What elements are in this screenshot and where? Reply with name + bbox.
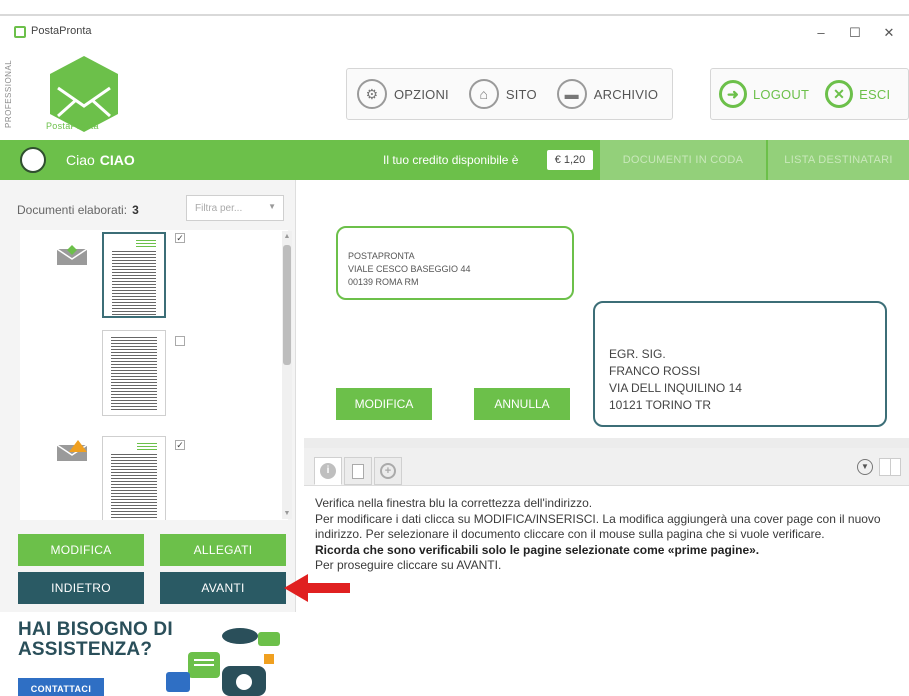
envelope-ok-icon — [56, 245, 88, 265]
assistance-title-line2: ASSISTENZA? — [18, 639, 153, 660]
filter-placeholder: Filtra per... — [195, 203, 243, 214]
instructions-text: Verifica nella finestra blu la correttez… — [315, 496, 903, 574]
processed-count: 3 — [132, 203, 139, 217]
account-toolbar: ➜ LOGOUT ✕ ESCI — [710, 68, 909, 120]
support-illustration — [166, 628, 280, 696]
contact-button[interactable]: CONTATTACI — [18, 678, 104, 696]
filter-select[interactable]: Filtra per... ▼ — [186, 195, 284, 221]
scroll-up-icon[interactable]: ▲ — [282, 233, 292, 240]
avatar — [20, 147, 46, 173]
close-window-button[interactable]: ✕ — [874, 21, 904, 45]
sender-line: VIALE CESCO BASEGGIO 44 — [348, 264, 471, 274]
next-button[interactable]: AVANTI — [160, 572, 286, 604]
edition-label: PROFESSIONAL — [4, 59, 13, 128]
document-icon — [352, 463, 364, 479]
tab-recipients-list[interactable]: LISTA DESTINATARI — [768, 140, 909, 180]
page-checkbox[interactable] — [175, 336, 185, 346]
processed-label: Documenti elaborati: — [17, 203, 128, 217]
info-tabs: i + ▼ — [304, 448, 909, 486]
assistance-title-line1: HAI BISOGNO DI — [18, 619, 173, 640]
credit-value: € 1,20 — [547, 150, 593, 170]
gear-icon: ⚙ — [357, 79, 387, 109]
archive-icon: ▬ — [556, 79, 587, 109]
minimize-button[interactable]: – — [806, 21, 836, 45]
main-toolbar: ⚙ OPZIONI ⌂ SITO ▬ ARCHIVIO — [346, 68, 673, 120]
header: PROFESSIONAL PostaPronta ⚙ OPZIONI ⌂ SIT… — [0, 48, 909, 140]
instruction-line: Per modificare i dati clicca su MODIFICA… — [315, 511, 881, 542]
tab-info[interactable]: i — [314, 457, 342, 485]
tab-document[interactable] — [344, 457, 372, 485]
chevron-down-icon: ▼ — [268, 202, 276, 211]
close-circle-icon: ✕ — [825, 80, 854, 108]
layout-toggle-icon[interactable] — [879, 458, 901, 476]
logout-icon: ➜ — [719, 80, 747, 108]
red-arrow-pointer — [284, 574, 350, 602]
processed-documents-count: Documenti elaborati: 3 — [17, 203, 139, 217]
maximize-button[interactable]: ☐ — [840, 21, 870, 45]
assistance-title: HAI BISOGNO DI ASSISTENZA? — [18, 620, 173, 660]
document-page-thumbnail[interactable] — [102, 232, 166, 318]
exit-button[interactable]: ✕ ESCI — [817, 69, 898, 119]
back-button[interactable]: INDIETRO — [18, 572, 144, 604]
info-panel: i + ▼ Verifica nella finestra blu la cor… — [304, 448, 909, 696]
options-button[interactable]: ⚙ OPZIONI — [347, 69, 459, 119]
recipient-line: VIA DELL INQUILINO 14 — [609, 381, 742, 395]
recipient-line: 10121 TORINO TR — [609, 398, 712, 412]
window-title: PostaPronta — [31, 25, 92, 37]
sender-line: POSTAPRONTA — [348, 251, 415, 261]
exit-label: ESCI — [859, 86, 891, 102]
logout-button[interactable]: ➜ LOGOUT — [711, 69, 817, 119]
edit-address-button[interactable]: MODIFICA — [336, 388, 432, 420]
recipient-line: EGR. SIG. — [609, 347, 666, 361]
assistance-banner: HAI BISOGNO DI ASSISTENZA? CONTATTACI — [0, 612, 296, 696]
edit-document-button[interactable]: MODIFICA — [18, 534, 144, 566]
chevron-down-icon[interactable]: ▼ — [857, 459, 873, 475]
top-strip — [0, 0, 909, 16]
document-page-thumbnail[interactable] — [102, 330, 166, 416]
document-list-scrollbar[interactable]: ▲ ▼ — [282, 231, 292, 519]
scroll-down-icon[interactable]: ▼ — [282, 510, 292, 517]
add-icon: + — [380, 463, 396, 479]
tab-add[interactable]: + — [374, 457, 402, 485]
document-page-thumbnail[interactable] — [102, 436, 166, 520]
logout-label: LOGOUT — [753, 86, 810, 102]
info-icon: i — [320, 463, 336, 479]
username: CIAO — [99, 152, 135, 168]
credit-label: Il tuo credito disponibile è — [383, 153, 519, 167]
recipient-line: FRANCO ROSSI — [609, 364, 701, 378]
cancel-button[interactable]: ANNULLA — [474, 388, 570, 420]
logo-text: PostaPronta — [46, 121, 99, 131]
options-label: OPZIONI — [394, 86, 449, 102]
document-list[interactable]: ✓ ✓ — [20, 230, 288, 520]
recipient-address-box: EGR. SIG. FRANCO ROSSI VIA DELL INQUILIN… — [593, 301, 887, 427]
greeting-text: Ciao — [66, 152, 95, 168]
page-checkbox[interactable]: ✓ — [175, 233, 185, 243]
panel-divider — [304, 438, 909, 448]
archive-label: ARCHIVIO — [593, 86, 659, 102]
scroll-thumb[interactable] — [283, 245, 291, 365]
user-bar: Ciao CIAO Il tuo credito disponibile è € … — [0, 140, 909, 180]
attachments-button[interactable]: ALLEGATI — [160, 534, 286, 566]
envelope-warning-icon — [56, 440, 88, 461]
home-icon: ⌂ — [468, 79, 499, 109]
tab-documents-queue[interactable]: DOCUMENTI IN CODA — [600, 140, 766, 180]
title-bar: PostaPronta – ☐ ✕ — [0, 18, 909, 48]
instruction-line: Per proseguire cliccare su AVANTI. — [315, 558, 502, 572]
site-button[interactable]: ⌂ SITO — [459, 69, 547, 119]
address-preview: POSTAPRONTA VIALE CESCO BASEGGIO 44 0013… — [304, 188, 909, 438]
sender-line: 00139 ROMA RM — [348, 277, 419, 287]
archive-button[interactable]: ▬ ARCHIVIO — [547, 69, 668, 119]
site-label: SITO — [505, 86, 537, 102]
page-checkbox[interactable]: ✓ — [175, 440, 185, 450]
instruction-line-bold: Ricorda che sono verificabili solo le pa… — [315, 542, 760, 557]
greeting: Ciao CIAO — [66, 152, 135, 168]
sender-address-box: POSTAPRONTA VIALE CESCO BASEGGIO 44 0013… — [336, 226, 574, 300]
instruction-line: Verifica nella finestra blu la correttez… — [315, 496, 593, 510]
app-icon — [14, 26, 26, 38]
